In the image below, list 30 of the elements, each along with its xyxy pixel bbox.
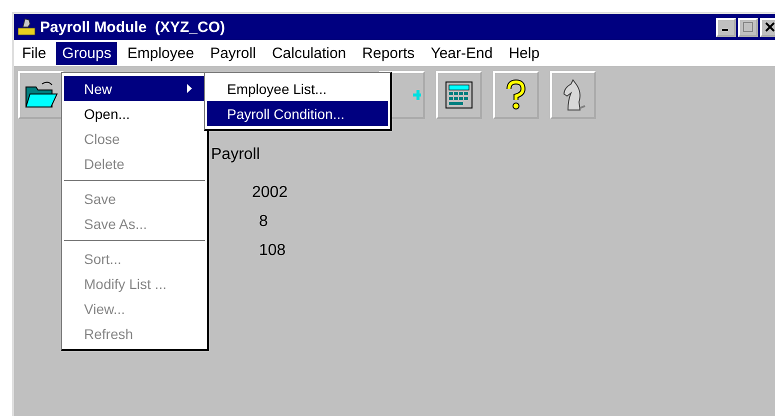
close-icon	[765, 22, 775, 32]
window-title: Payroll Module (XYZ_CO)	[40, 18, 226, 36]
minimize-button[interactable]	[716, 18, 736, 36]
menu-item[interactable]: Reports	[356, 42, 421, 64]
maximize-button[interactable]	[738, 18, 758, 36]
menu-item[interactable]: File	[16, 42, 52, 64]
maximize-icon	[743, 22, 753, 32]
help-button[interactable]	[493, 71, 539, 119]
app-logo-icon	[18, 18, 36, 36]
knight-button[interactable]	[550, 71, 596, 119]
value-text: 8	[258, 213, 269, 232]
value-text: 2002	[251, 184, 289, 203]
section-heading: Payroll	[211, 146, 261, 164]
close-button[interactable]	[760, 18, 775, 36]
question-mark-icon	[504, 79, 528, 111]
calculator-icon	[444, 80, 474, 110]
menu-item[interactable]: Help	[502, 42, 546, 64]
menu-item[interactable]: Open...	[64, 101, 205, 126]
menu-item[interactable]: Payroll Condition...	[207, 101, 388, 126]
menu-item[interactable]: Calculation	[266, 42, 352, 64]
menu-item[interactable]: Groups	[56, 42, 118, 64]
menu-item[interactable]: New	[64, 76, 205, 101]
calculator-button[interactable]	[436, 71, 482, 119]
menu-item[interactable]: Employee	[121, 42, 200, 64]
menu-item[interactable]: Year-End	[424, 42, 499, 64]
open-folder-button[interactable]	[18, 71, 64, 119]
value-text: 108	[258, 242, 287, 261]
menu-item[interactable]: Payroll	[204, 42, 262, 64]
menu-item[interactable]: Employee List...	[207, 76, 388, 101]
plus-icon	[413, 88, 423, 102]
